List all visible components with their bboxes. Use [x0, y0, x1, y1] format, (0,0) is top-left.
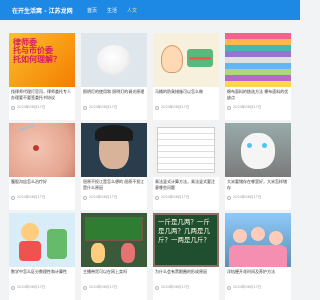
article-grid: 律师委 托与市价委 托如何理解？ 找律师代理打官司，律师委托专人办理要不要签委托书…	[9, 33, 291, 300]
clock-icon	[83, 105, 87, 110]
article-card[interactable]: 马桶的防臭措施可以怎么做 2024年06月17日	[153, 33, 219, 120]
clock-icon	[155, 105, 159, 110]
article-title[interactable]: 大米要储存在哪里好，大米怎样储存	[225, 177, 291, 193]
clock-icon	[83, 285, 87, 290]
article-date-text: 2024年06月17日	[89, 105, 118, 109]
article-date-text: 2024年06月17日	[233, 105, 262, 109]
nav-item-culture[interactable]: 人文	[127, 7, 137, 14]
clock-icon	[227, 105, 231, 110]
article-card[interactable]: 主播带货可以在网上卖吗 2024年06月17日	[81, 213, 147, 300]
article-date: 2024年06月17日	[81, 103, 147, 110]
article-card[interactable]: 律师委 托与市价委 托如何理解？ 找律师代理打官司，律师委托专人办理要不要签委托书…	[9, 33, 75, 120]
article-date-text: 2024年06月17日	[233, 195, 262, 199]
article-thumbnail[interactable]	[225, 213, 291, 267]
main-nav: 首页 生活 人文	[87, 7, 137, 14]
article-title[interactable]: 照明灯的使用和 照明灯的调光原理	[81, 87, 147, 103]
article-thumbnail[interactable]	[153, 33, 219, 87]
article-date-text: 2024年06月17日	[17, 105, 46, 109]
article-date: 2024年06月17日	[153, 103, 219, 110]
article-title[interactable]: 腹股沟疝怎么治疗好	[9, 177, 75, 193]
clock-icon	[227, 285, 231, 290]
clock-icon	[227, 195, 231, 200]
article-date: 2024年06月17日	[81, 283, 147, 290]
article-date-text: 2024年06月17日	[17, 285, 46, 289]
clock-icon	[155, 285, 159, 290]
article-title[interactable]: 屈原不投江是怎么想的 屈原不投江是什么原因	[81, 177, 147, 193]
article-card[interactable]: 大米要储存在哪里好，大米怎样储存 2024年06月17日	[225, 123, 291, 210]
top-navbar: 在开生活窝 - 江苏龙网 首页 生活 人文	[0, 0, 300, 20]
article-thumbnail[interactable]	[153, 123, 219, 177]
article-title[interactable]: 主播带货可以在网上卖吗	[81, 267, 147, 283]
article-title[interactable]: 马桶的防臭措施可以怎么做	[153, 87, 219, 103]
article-card[interactable]: 洋桔梗开花时间及养护方法 2024年06月17日	[225, 213, 291, 300]
nav-item-life[interactable]: 生活	[107, 7, 117, 14]
article-date-text: 2024年06月17日	[161, 195, 190, 199]
article-card[interactable]: 乘法竖式计算方法，乘法竖式要注意哪些问题 2024年06月17日	[153, 123, 219, 210]
article-date-text: 2024年06月17日	[89, 195, 118, 199]
article-date: 2024年06月17日	[225, 103, 291, 110]
nav-item-home[interactable]: 首页	[87, 7, 97, 14]
article-thumbnail[interactable]	[9, 123, 75, 177]
article-thumbnail[interactable]	[9, 213, 75, 267]
article-title[interactable]: 找律师代理打官司，律师委托专人办理要不要签委托书协议	[9, 87, 75, 103]
clock-icon	[83, 195, 87, 200]
article-date: 2024年06月17日	[153, 283, 219, 290]
article-date-text: 2024年06月17日	[161, 285, 190, 289]
article-thumbnail[interactable]	[81, 213, 147, 267]
article-title[interactable]: 洋桔梗开花时间及养护方法	[225, 267, 291, 283]
article-thumbnail[interactable]	[225, 33, 291, 87]
article-card[interactable]: 棉布面料的挑选方法 棉布面料的优缺点 2024年06月17日	[225, 33, 291, 120]
article-date: 2024年06月17日	[225, 193, 291, 200]
article-date: 2024年06月17日	[9, 193, 75, 200]
article-card[interactable]: 照明灯的使用和 照明灯的调光原理 2024年06月17日	[81, 33, 147, 120]
site-brand[interactable]: 在开生活窝 - 江苏龙网	[12, 6, 87, 15]
article-date: 2024年06月17日	[9, 103, 75, 110]
article-card[interactable]: 屈原不投江是怎么想的 屈原不投江是什么原因 2024年06月17日	[81, 123, 147, 210]
article-date-text: 2024年06月17日	[89, 285, 118, 289]
article-date-text: 2024年06月17日	[161, 105, 190, 109]
article-thumbnail[interactable]: 律师委 托与市价委 托如何理解？	[9, 33, 75, 87]
article-title[interactable]: 数学中怎么区分数理性和计算性	[9, 267, 75, 283]
article-card[interactable]: 腹股沟疝怎么治疗好 2024年06月17日	[9, 123, 75, 210]
article-date: 2024年06月17日	[153, 193, 219, 200]
article-thumbnail[interactable]	[81, 123, 147, 177]
article-thumbnail[interactable]	[225, 123, 291, 177]
article-card[interactable]: 数学中怎么区分数理性和计算性 2024年06月17日	[9, 213, 75, 300]
article-date: 2024年06月17日	[225, 283, 291, 290]
article-date: 2024年06月17日	[9, 283, 75, 290]
thumb-overlay-text: 律师委 托与市价委 托如何理解？	[13, 38, 61, 64]
article-title[interactable]: 乘法竖式计算方法，乘法竖式要注意哪些问题	[153, 177, 219, 193]
article-date: 2024年06月17日	[81, 193, 147, 200]
clock-icon	[11, 105, 15, 110]
clock-icon	[155, 195, 159, 200]
article-thumbnail[interactable]: 一斤是几两？一斤是几两？几两是几斤？一两是几斤？	[153, 213, 219, 267]
clock-icon	[11, 285, 15, 290]
article-thumbnail[interactable]	[81, 33, 147, 87]
article-title[interactable]: 棉布面料的挑选方法 棉布面料的优缺点	[225, 87, 291, 103]
article-title[interactable]: 为什么会有黑眼圈的形成原因	[153, 267, 219, 283]
clock-icon	[11, 195, 15, 200]
blackboard-text: 一斤是几两？一斤是几两？几两是几斤？一两是几斤？	[158, 218, 210, 244]
article-date-text: 2024年06月17日	[233, 285, 262, 289]
article-card[interactable]: 一斤是几两？一斤是几两？几两是几斤？一两是几斤？ 为什么会有黑眼圈的形成原因 202…	[153, 213, 219, 300]
article-date-text: 2024年06月17日	[17, 195, 46, 199]
